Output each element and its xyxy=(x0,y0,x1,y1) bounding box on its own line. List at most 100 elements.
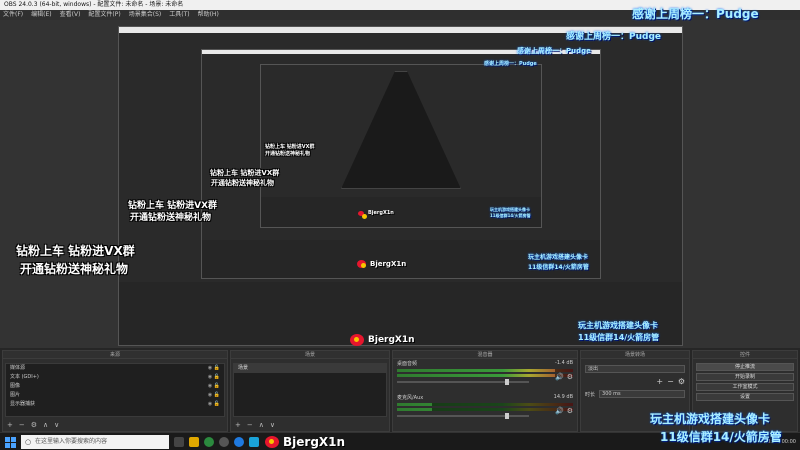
ad-text-nested-line2: 11级信群14/火箭房管 xyxy=(578,333,660,342)
menu-profile[interactable]: 配置文件(P) xyxy=(88,10,120,20)
menu-scene-collection[interactable]: 场景集合(S) xyxy=(129,10,162,20)
source-item[interactable]: 文本 (GDI+) ◉ 🔓 xyxy=(6,373,224,382)
down-icon[interactable]: ∨ xyxy=(54,421,59,429)
weibo-username: BjergX1n xyxy=(283,434,346,449)
menu-view[interactable]: 查看(V) xyxy=(60,10,81,20)
eye-icon[interactable]: ◉ 🔓 xyxy=(208,391,220,400)
controls-title: 控件 xyxy=(693,351,797,359)
eye-icon[interactable]: ◉ 🔓 xyxy=(208,373,220,382)
promo-text-nested2-line2: 开通钻粉送神秘礼物 xyxy=(211,179,274,187)
task-view-icon[interactable] xyxy=(174,436,184,447)
transition-buttons: + − ⚙ xyxy=(581,375,689,388)
source-item[interactable]: 显示器捕获 ◉ 🔓 xyxy=(6,400,224,409)
eye-icon[interactable]: ◉ 🔓 xyxy=(208,400,220,409)
ad-text-nested2-line1: 玩主机游戏搭建头像卡 xyxy=(528,254,589,261)
volume-slider[interactable] xyxy=(397,413,529,419)
weibo-icon xyxy=(357,260,366,268)
gear-icon[interactable]: ⚙ xyxy=(31,421,37,429)
app-icon-obs[interactable] xyxy=(219,436,229,447)
source-item[interactable]: 图片 ◉ 🔓 xyxy=(6,391,224,400)
remove-icon[interactable]: − xyxy=(247,421,253,429)
weibo-badge-nested3: BjergX1n xyxy=(358,210,394,219)
duration-input[interactable]: 300 ms xyxy=(599,390,685,398)
recursive-tunnel xyxy=(341,71,461,189)
transition-row: 淡出 xyxy=(581,363,689,375)
scene-item[interactable]: 场景 xyxy=(234,364,386,373)
weibo-icon xyxy=(350,334,364,346)
stop-streaming-button[interactable]: 停止推流 xyxy=(696,363,794,371)
meter-mask xyxy=(432,408,573,411)
taskbar-search-input[interactable]: 在这里输入你要搜索的内容 xyxy=(21,434,169,449)
audio-meter xyxy=(397,403,573,406)
promo-text-nested3-line1: 钻粉上车 钻粉进VX群 xyxy=(265,144,315,150)
menu-tools[interactable]: 工具(T) xyxy=(169,10,189,20)
eye-icon[interactable]: ◉ 🔓 xyxy=(208,364,220,373)
down-icon[interactable]: ∨ xyxy=(270,421,275,429)
windows-start-icon[interactable] xyxy=(3,435,17,449)
volume-knob[interactable] xyxy=(505,379,510,385)
ad-text-nested-line1: 玩主机游戏搭建头像卡 xyxy=(578,321,658,330)
duration-row: 时长 300 ms xyxy=(581,388,689,400)
add-icon[interactable]: + xyxy=(235,421,241,429)
gear-icon[interactable]: ⚙ xyxy=(678,377,685,386)
remove-icon[interactable]: − xyxy=(19,421,25,429)
mixer-icons: 🔊 ⚙ xyxy=(555,373,573,381)
channel-db: -1.4 dB xyxy=(555,360,573,366)
menu-help[interactable]: 帮助(H) xyxy=(198,10,219,20)
thanks-text-nested2: 感谢上周榜一：Pudge xyxy=(517,47,591,55)
mixer-channel-desktop: 桌面音频 -1.4 dB 🔊 ⚙ xyxy=(393,359,577,393)
audio-meter xyxy=(397,369,573,372)
transitions-title: 场景转场 xyxy=(581,351,689,359)
mixer-channel-mic: 麦克风/Aux 14.9 dB 🔊 ⚙ xyxy=(393,393,577,427)
sources-dock: 来源 媒体源 ◉ 🔓 文本 (GDI+) ◉ 🔓 图像 ◉ 🔓 图片 ◉ 🔓 显示器捕获… xyxy=(2,350,228,432)
volume-slider[interactable] xyxy=(397,379,529,385)
start-recording-button[interactable]: 开始录制 xyxy=(696,373,794,381)
weibo-badge-nested: BjergX1n xyxy=(350,334,415,346)
promo-text-line1: 钻粉上车 钻粉进VX群 xyxy=(16,244,135,258)
gear-icon[interactable]: ⚙ xyxy=(567,407,573,415)
add-icon[interactable]: + xyxy=(7,421,13,429)
transition-select[interactable]: 淡出 xyxy=(585,365,685,373)
speaker-icon[interactable]: 🔊 xyxy=(555,373,564,381)
speaker-icon[interactable]: 🔊 xyxy=(555,407,564,415)
app-icon-edge[interactable] xyxy=(234,436,244,447)
remove-icon[interactable]: − xyxy=(667,377,674,386)
settings-button[interactable]: 设置 xyxy=(696,393,794,401)
thanks-text-nested: 感谢上周榜一：Pudge xyxy=(566,32,661,42)
weibo-username: BjergX1n xyxy=(370,260,407,268)
app-icon-chrome[interactable] xyxy=(204,436,214,447)
add-icon[interactable]: + xyxy=(656,377,663,386)
menu-file[interactable]: 文件(F) xyxy=(3,10,23,20)
audio-meter xyxy=(397,374,573,377)
ad-text-line2: 11级信群14/火箭房管 xyxy=(660,430,782,444)
promo-text-nested-line2: 开通钻粉送神秘礼物 xyxy=(130,213,212,223)
sources-title: 来源 xyxy=(3,351,227,359)
promo-text-nested2-line1: 钻粉上车 钻粉进VX群 xyxy=(210,169,280,177)
channel-name: 桌面音频 xyxy=(397,361,418,367)
app-icon-files[interactable] xyxy=(189,436,199,447)
up-icon[interactable]: ∧ xyxy=(259,421,264,429)
gear-icon[interactable]: ⚙ xyxy=(567,373,573,381)
app-icon-qq[interactable] xyxy=(249,436,259,447)
up-icon[interactable]: ∧ xyxy=(43,421,48,429)
ad-text-nested2-line2: 11级信群14/火箭房管 xyxy=(528,264,589,271)
mixer-icons: 🔊 ⚙ xyxy=(555,407,573,415)
weibo-username: BjergX1n xyxy=(368,335,415,345)
volume-knob[interactable] xyxy=(505,413,510,419)
weibo-badge: BjergX1n xyxy=(265,435,345,449)
meter-mask xyxy=(432,403,573,406)
eye-icon[interactable]: ◉ 🔓 xyxy=(208,382,220,391)
source-item[interactable]: 媒体源 ◉ 🔓 xyxy=(6,364,224,373)
audio-meter xyxy=(397,408,573,411)
meter-mask xyxy=(555,369,573,372)
scenes-title: 场景 xyxy=(231,351,389,359)
promo-text-nested3-line2: 开通钻粉送神秘礼物 xyxy=(265,151,311,157)
mixer-dock: 混音器 桌面音频 -1.4 dB 🔊 ⚙ 麦克风/Aux 14.9 dB 🔊 ⚙ xyxy=(392,350,578,432)
duration-label: 时长 xyxy=(585,391,596,398)
nested-obs-window xyxy=(118,26,683,346)
thanks-text: 感谢上周榜一：Pudge xyxy=(632,7,759,21)
preview-canvas[interactable]: 钻粉上车 钻粉进VX群 开通钻粉送神秘礼物 钻粉上车 钻粉进VX群 开通钻粉送神… xyxy=(0,7,800,348)
menu-edit[interactable]: 编辑(E) xyxy=(31,10,51,20)
studio-mode-button[interactable]: 工作室模式 xyxy=(696,383,794,391)
source-item[interactable]: 图像 ◉ 🔓 xyxy=(6,382,224,391)
